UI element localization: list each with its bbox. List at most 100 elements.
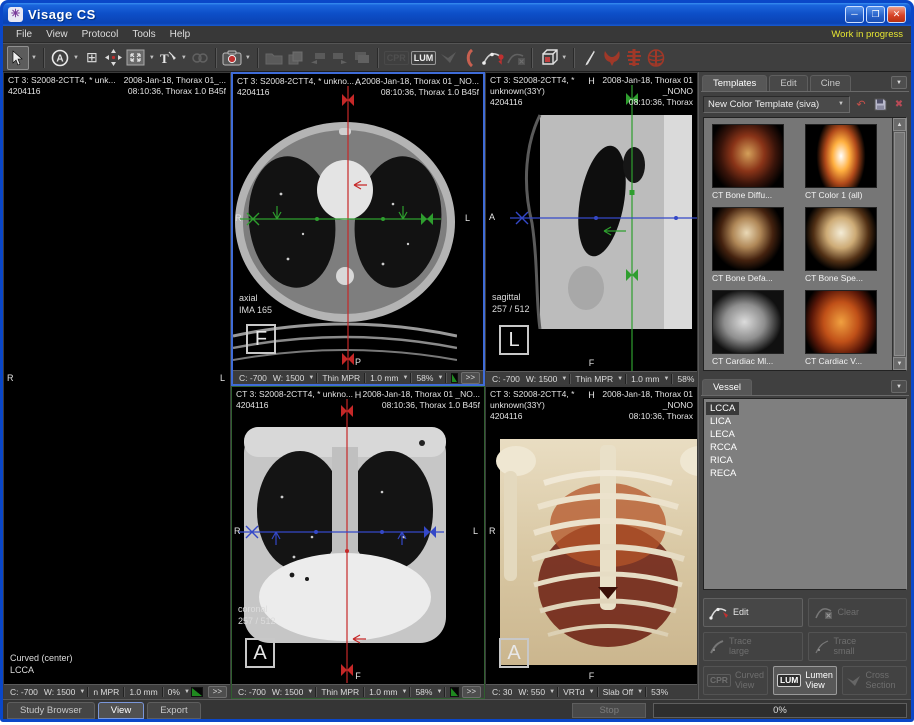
snapshot-tool-caret[interactable]: ▼: [243, 55, 253, 61]
slab-thickness[interactable]: 1.0 mm: [628, 374, 662, 384]
window-center[interactable]: C: -700: [489, 374, 523, 384]
template-thumbnail[interactable]: [805, 207, 877, 271]
volume-3d-tool-button[interactable]: [537, 46, 559, 70]
render-mode[interactable]: VRTd: [560, 687, 588, 697]
tab-study-browser[interactable]: Study Browser: [7, 702, 95, 719]
maximize-button[interactable]: ❐: [866, 6, 885, 23]
text-tool-button[interactable]: T: [157, 46, 179, 70]
scroll-up-icon[interactable]: ▲: [893, 118, 906, 131]
template-thumbnail[interactable]: [712, 290, 784, 354]
delete-template-button[interactable]: ✖: [891, 97, 907, 112]
slab-thickness[interactable]: 1.0 mm: [367, 373, 401, 383]
window-center[interactable]: C: -700: [236, 373, 270, 383]
template-item[interactable]: CT Cardiac Ml...: [712, 290, 795, 369]
zoom-caret[interactable]: ▼: [436, 375, 444, 381]
vessel-collapse-caret[interactable]: ▼: [891, 380, 907, 393]
close-button[interactable]: ✕: [887, 6, 906, 23]
bone-pelvis-button[interactable]: [601, 46, 623, 70]
revert-template-button[interactable]: ↶: [853, 97, 869, 112]
more-options-button[interactable]: >>: [208, 686, 227, 698]
scroll-down-icon[interactable]: ▼: [893, 357, 906, 370]
zoom-level[interactable]: 58%: [412, 687, 435, 697]
annotation-tool-button[interactable]: A: [49, 46, 71, 70]
window-center[interactable]: C: -700: [235, 687, 269, 697]
render-mode[interactable]: Thin MPR: [319, 373, 363, 383]
zoom-level[interactable]: 58%: [413, 373, 436, 383]
vessel-item-rica[interactable]: RICA: [706, 454, 737, 467]
template-thumbnail[interactable]: [805, 290, 877, 354]
tab-edit[interactable]: Edit: [769, 75, 807, 91]
slab-caret[interactable]: ▼: [636, 689, 644, 695]
minimize-button[interactable]: ─: [845, 6, 864, 23]
render-mode[interactable]: Thin MPR: [318, 687, 362, 697]
vessel-item-reca[interactable]: RECA: [706, 467, 740, 480]
text-tool-caret[interactable]: ▼: [179, 55, 189, 61]
window-center[interactable]: C: -700: [7, 687, 41, 697]
window-width[interactable]: W: 1500: [269, 687, 307, 697]
menu-help[interactable]: Help: [163, 28, 198, 41]
windowing-caret[interactable]: ▼: [306, 689, 314, 695]
windowing-caret[interactable]: ▼: [307, 375, 315, 381]
tab-view[interactable]: View: [98, 702, 144, 719]
thickness-caret[interactable]: ▼: [400, 689, 408, 695]
slab-thickness[interactable]: 1.0 mm: [366, 687, 400, 697]
curve-edit-tool-button[interactable]: [481, 46, 505, 70]
windowing-caret[interactable]: ▼: [78, 689, 86, 695]
thickness-caret[interactable]: ▼: [401, 375, 409, 381]
tab-vessel[interactable]: Vessel: [702, 379, 752, 395]
tab-templates[interactable]: Templates: [702, 75, 767, 91]
pan-tool-button[interactable]: [103, 46, 125, 70]
scrollbar-thumb[interactable]: [894, 132, 905, 356]
menu-protocol[interactable]: Protocol: [75, 28, 126, 41]
vessel-item-leca[interactable]: LECA: [706, 428, 739, 441]
more-options-button[interactable]: >>: [462, 686, 481, 698]
bone-spine-button[interactable]: [623, 46, 645, 70]
thickness-caret[interactable]: ▼: [662, 376, 670, 382]
panel-collapse-caret[interactable]: ▼: [891, 76, 907, 89]
slab-thickness[interactable]: 1.0 mm: [126, 687, 160, 697]
template-item[interactable]: CT Bone Diffu...: [712, 124, 795, 203]
save-template-button[interactable]: [872, 97, 888, 112]
window-width[interactable]: W: 1500: [270, 373, 308, 383]
template-select[interactable]: New Color Template (siva) ▼: [703, 96, 850, 113]
lumen-view-button[interactable]: LUM LumenView: [773, 666, 838, 695]
slab-setting[interactable]: Slab Off: [600, 687, 637, 697]
mode-caret[interactable]: ▼: [588, 689, 596, 695]
volume-3d-tool-caret[interactable]: ▼: [559, 55, 569, 61]
viewport-coronal[interactable]: CT 3: S2008-2CTT4, * unkno...4204116 200…: [231, 386, 485, 699]
zoom-caret[interactable]: ▼: [183, 689, 191, 695]
viewport-3d-vrt[interactable]: CT 3: S2008-2CTT4, * unknown(33Y)4204116…: [485, 386, 698, 699]
cursor-tool-button[interactable]: [7, 46, 29, 70]
menu-file[interactable]: File: [9, 28, 39, 41]
vessel-curve-tool-button[interactable]: [459, 46, 481, 70]
mode-caret[interactable]: ▼: [616, 376, 624, 382]
annotation-tool-caret[interactable]: ▼: [71, 55, 81, 61]
scout-nav-icon[interactable]: [450, 687, 458, 697]
tab-cine[interactable]: Cine: [810, 75, 852, 91]
render-mode[interactable]: n MPR: [90, 687, 122, 697]
layout-tool-button[interactable]: ⊞: [81, 46, 103, 70]
template-thumbnail[interactable]: [712, 207, 784, 271]
window-width[interactable]: W: 550: [515, 687, 548, 697]
zoom-level[interactable]: 0%: [165, 687, 183, 697]
lum-toolbar-button[interactable]: LUM: [410, 46, 438, 70]
bone-ribcage-button[interactable]: [645, 46, 667, 70]
snapshot-tool-button[interactable]: [221, 46, 243, 70]
render-mode[interactable]: Thin MPR: [572, 374, 616, 384]
template-select-caret[interactable]: ▼: [837, 101, 845, 107]
template-thumbnail[interactable]: [712, 124, 784, 188]
title-bar[interactable]: ✳ Visage CS ─ ❐ ✕: [3, 3, 911, 26]
fit-view-tool-caret[interactable]: ▼: [147, 55, 157, 61]
windowing-caret[interactable]: ▼: [560, 376, 568, 382]
needle-tool-button[interactable]: [579, 46, 601, 70]
template-item[interactable]: CT Bone Spe...: [805, 207, 888, 286]
template-scrollbar[interactable]: ▲ ▼: [892, 118, 906, 370]
zoom-level[interactable]: 53%: [648, 687, 671, 697]
template-item[interactable]: CT Color 1 (all): [805, 124, 888, 203]
menu-tools[interactable]: Tools: [125, 28, 162, 41]
vessel-item-lica[interactable]: LICA: [706, 415, 735, 428]
viewport-sagittal[interactable]: CT 3: S2008-2CTT4, * unknown(33Y)4204116…: [485, 72, 698, 386]
fit-view-tool-button[interactable]: [125, 46, 147, 70]
viewport-axial[interactable]: CT 3: S2008-2CTT4, * unkno...4204116 200…: [231, 72, 485, 386]
menu-view[interactable]: View: [39, 28, 75, 41]
